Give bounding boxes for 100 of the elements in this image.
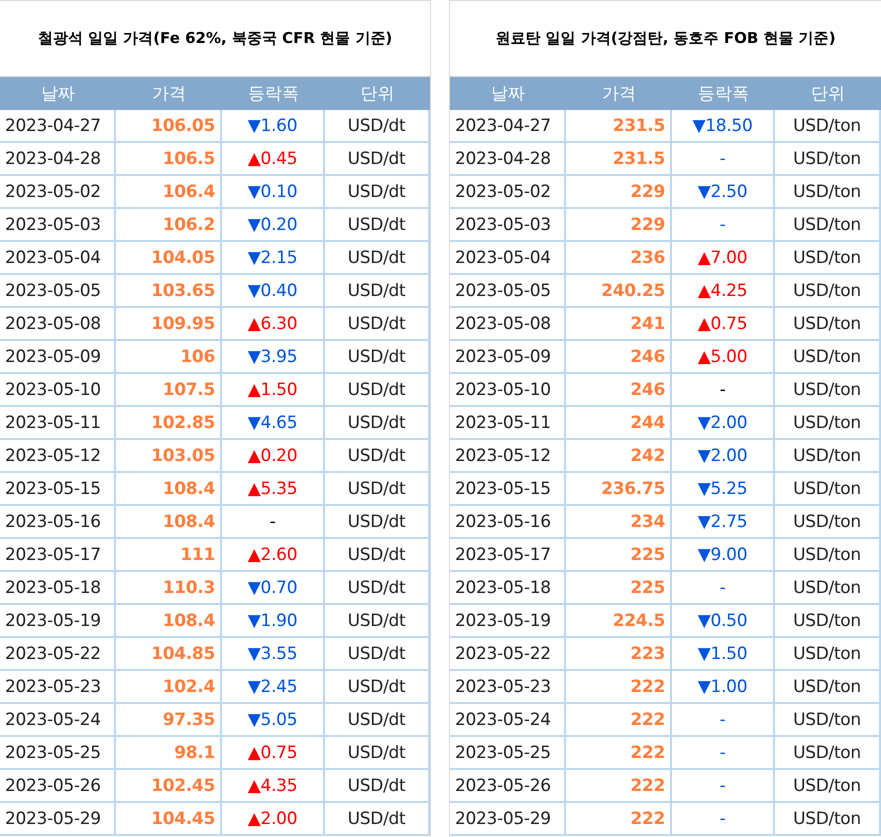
change-cell: ▼9.00 — [672, 539, 775, 570]
change-cell: ▼2.45 — [222, 671, 325, 702]
column-header: 날짜 — [490, 83, 526, 106]
date-cell: 2023-05-02 — [0, 176, 116, 207]
date-cell: 2023-05-25 — [0, 737, 116, 768]
date-cell: 2023-05-26 — [450, 770, 566, 801]
price-cell: 106.05 — [116, 110, 222, 141]
price-cell: 108.4 — [116, 605, 222, 636]
price-cell: 222 — [566, 770, 672, 801]
price-cell: 222 — [566, 803, 672, 834]
date-cell: 2023-05-16 — [0, 506, 116, 537]
unit-cell: USD/ton — [775, 638, 881, 669]
change-cell: - — [222, 506, 325, 537]
unit-cell: USD/ton — [775, 407, 881, 438]
date-cell: 2023-05-12 — [450, 440, 566, 471]
date-cell: 2023-05-17 — [450, 539, 566, 570]
unit-cell: USD/ton — [775, 341, 881, 372]
change-cell: ▼1.00 — [672, 671, 775, 702]
price-cell: 236 — [566, 242, 672, 273]
column-header: 가격 — [601, 83, 637, 106]
date-cell: 2023-05-10 — [450, 374, 566, 405]
column-header: 날짜 — [40, 83, 76, 106]
date-cell: 2023-05-23 — [0, 671, 116, 702]
unit-cell: USD/dt — [325, 539, 430, 570]
unit-cell: USD/ton — [775, 605, 881, 636]
unit-cell: USD/dt — [325, 704, 430, 735]
change-cell: - — [672, 143, 775, 174]
unit-cell: USD/ton — [775, 671, 881, 702]
date-cell: 2023-04-28 — [0, 143, 116, 174]
change-cell: - — [672, 374, 775, 405]
price-cell: 242 — [566, 440, 672, 471]
price-cell: 236.75 — [566, 473, 672, 504]
change-cell: ▼0.10 — [222, 176, 325, 207]
change-cell: ▼2.00 — [672, 407, 775, 438]
price-cell: 111 — [116, 539, 222, 570]
price-cell: 106.4 — [116, 176, 222, 207]
date-cell: 2023-05-19 — [450, 605, 566, 636]
unit-cell: USD/ton — [775, 110, 881, 141]
unit-cell: USD/dt — [325, 209, 430, 240]
price-cell: 244 — [566, 407, 672, 438]
change-cell: ▼3.95 — [222, 341, 325, 372]
date-cell: 2023-05-25 — [450, 737, 566, 768]
date-cell: 2023-05-26 — [0, 770, 116, 801]
date-cell: 2023-04-27 — [450, 110, 566, 141]
unit-cell: USD/ton — [775, 176, 881, 207]
date-cell: 2023-05-11 — [0, 407, 116, 438]
date-cell: 2023-05-05 — [450, 275, 566, 306]
change-cell: ▼1.50 — [672, 638, 775, 669]
unit-cell: USD/ton — [775, 143, 881, 174]
change-cell: ▼0.40 — [222, 275, 325, 306]
change-cell: - — [672, 209, 775, 240]
price-cell: 231.5 — [566, 110, 672, 141]
change-cell: ▲0.20 — [222, 440, 325, 471]
unit-cell: USD/dt — [325, 374, 430, 405]
change-cell: ▼3.55 — [222, 638, 325, 669]
column-header: 등락폭 — [697, 83, 750, 106]
unit-cell: USD/ton — [775, 308, 881, 339]
unit-cell: USD/ton — [775, 737, 881, 768]
change-cell: ▼0.50 — [672, 605, 775, 636]
price-cell: 222 — [566, 704, 672, 735]
change-cell: - — [672, 572, 775, 603]
price-cell: 106.2 — [116, 209, 222, 240]
date-cell: 2023-05-29 — [450, 803, 566, 834]
date-cell: 2023-05-09 — [0, 341, 116, 372]
price-cell: 102.85 — [116, 407, 222, 438]
date-cell: 2023-05-22 — [450, 638, 566, 669]
price-cell: 102.4 — [116, 671, 222, 702]
price-cell: 104.85 — [116, 638, 222, 669]
date-cell: 2023-05-19 — [0, 605, 116, 636]
date-cell: 2023-05-08 — [0, 308, 116, 339]
date-cell: 2023-04-27 — [0, 110, 116, 141]
date-cell: 2023-05-03 — [450, 209, 566, 240]
change-cell: ▼5.25 — [672, 473, 775, 504]
price-cell: 223 — [566, 638, 672, 669]
unit-cell: USD/dt — [325, 176, 430, 207]
price-cell: 241 — [566, 308, 672, 339]
price-cell: 108.4 — [116, 506, 222, 537]
date-cell: 2023-05-02 — [450, 176, 566, 207]
price-cell: 225 — [566, 539, 672, 570]
unit-cell: USD/ton — [775, 440, 881, 471]
change-cell: - — [672, 704, 775, 735]
date-cell: 2023-05-03 — [0, 209, 116, 240]
date-cell: 2023-05-09 — [450, 341, 566, 372]
price-cell: 110.3 — [116, 572, 222, 603]
change-cell: ▲5.35 — [222, 473, 325, 504]
date-cell: 2023-05-11 — [450, 407, 566, 438]
unit-cell: USD/ton — [775, 275, 881, 306]
unit-cell: USD/dt — [325, 341, 430, 372]
unit-cell: USD/ton — [775, 506, 881, 537]
unit-cell: USD/ton — [775, 539, 881, 570]
date-cell: 2023-05-16 — [450, 506, 566, 537]
price-cell: 108.4 — [116, 473, 222, 504]
unit-cell: USD/ton — [775, 242, 881, 273]
change-cell: ▼0.20 — [222, 209, 325, 240]
price-cell: 97.35 — [116, 704, 222, 735]
price-cell: 104.45 — [116, 803, 222, 834]
change-cell: ▲5.00 — [672, 341, 775, 372]
unit-cell: USD/dt — [325, 638, 430, 669]
change-cell: ▼4.65 — [222, 407, 325, 438]
price-cell: 229 — [566, 209, 672, 240]
